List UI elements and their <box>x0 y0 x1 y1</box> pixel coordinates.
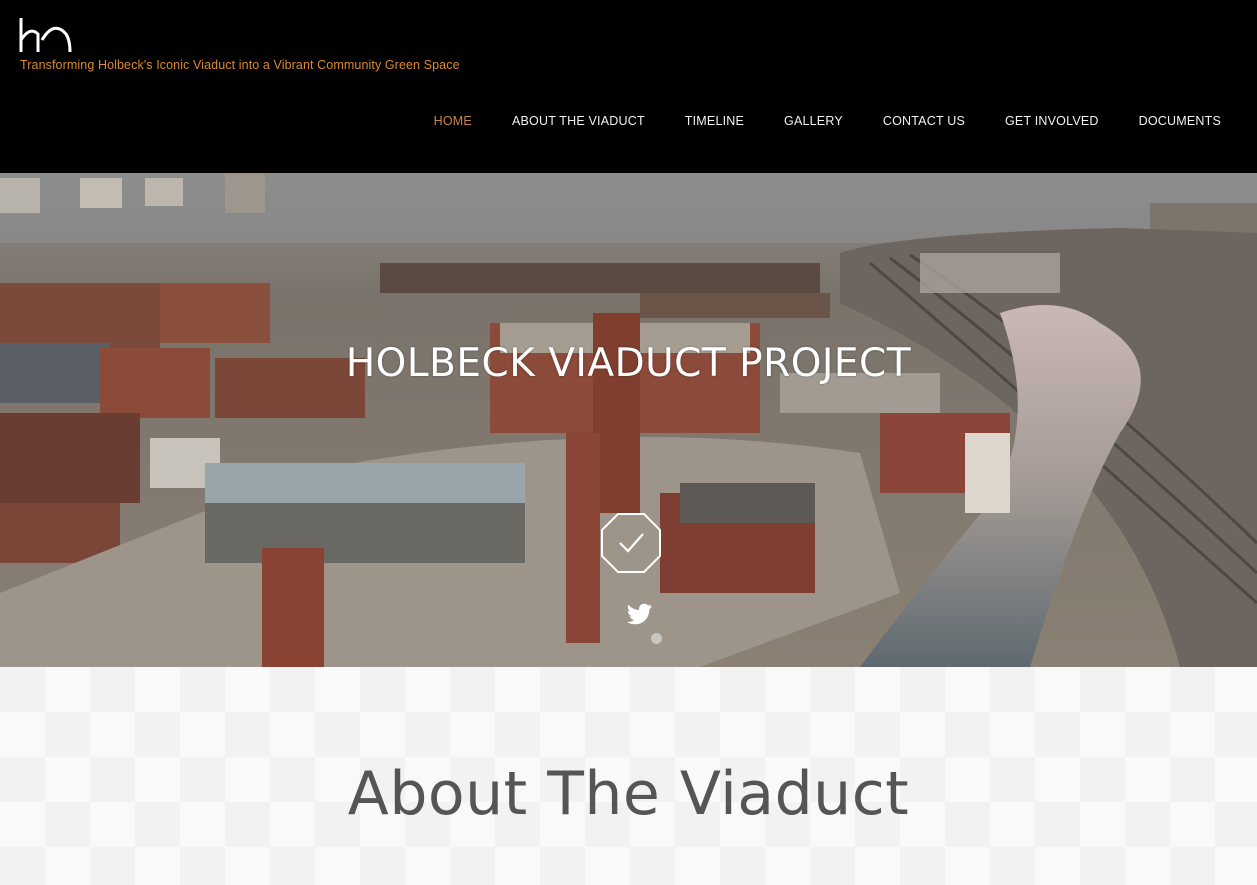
nav-gallery[interactable]: GALLERY <box>784 112 843 130</box>
check-hexagon-icon[interactable] <box>600 512 662 574</box>
site-header: Transforming Holbeck's Iconic Viaduct in… <box>0 0 1257 173</box>
nav-contact-us[interactable]: CONTACT US <box>883 112 965 130</box>
about-section: About The Viaduct <box>0 667 1257 885</box>
twitter-icon[interactable] <box>627 603 653 625</box>
logo[interactable] <box>18 16 74 56</box>
about-heading: About The Viaduct <box>347 759 910 829</box>
hero-banner: HOLBECK VIADUCT PROJECT <box>0 173 1257 667</box>
main-nav: HOME ABOUT THE VIADUCT TIMELINE GALLERY … <box>434 112 1221 130</box>
hero-title: HOLBECK VIADUCT PROJECT <box>345 341 912 386</box>
nav-home[interactable]: HOME <box>434 112 472 130</box>
slider-dot[interactable] <box>651 633 662 644</box>
hero-aerial-photo <box>0 173 1257 667</box>
nav-about-the-viaduct[interactable]: ABOUT THE VIADUCT <box>512 112 645 130</box>
nav-get-involved[interactable]: GET INVOLVED <box>1005 112 1099 130</box>
nav-documents[interactable]: DOCUMENTS <box>1139 112 1221 130</box>
nav-timeline[interactable]: TIMELINE <box>685 112 744 130</box>
site-tagline: Transforming Holbeck's Iconic Viaduct in… <box>20 58 460 72</box>
